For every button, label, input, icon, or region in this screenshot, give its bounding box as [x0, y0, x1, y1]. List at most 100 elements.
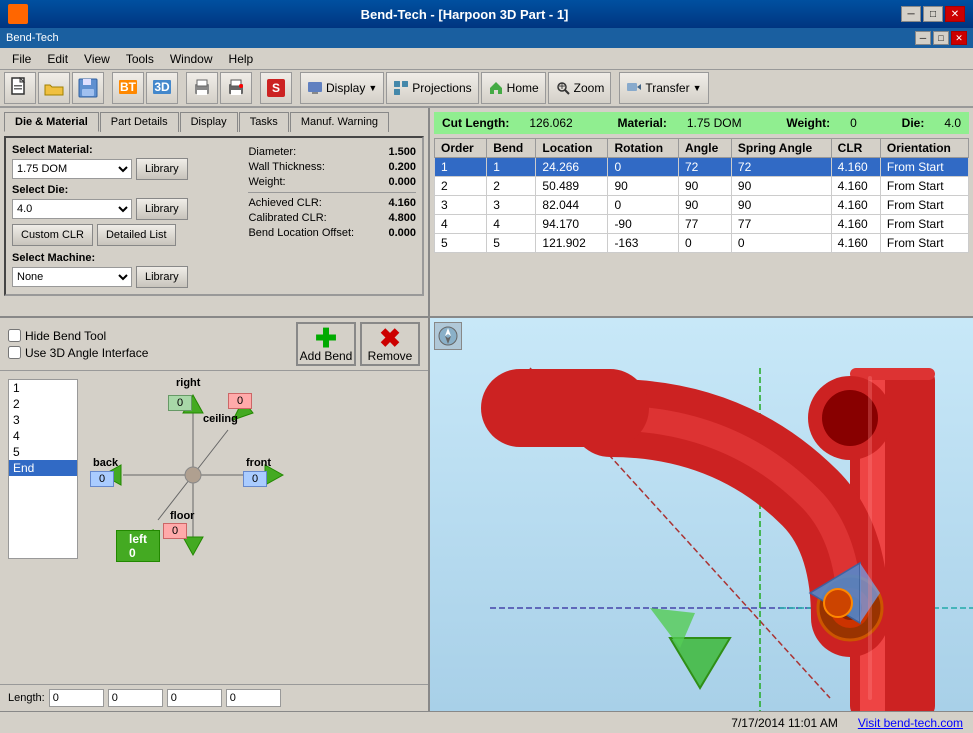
left-column: Select Material: 1.75 DOM Library Select… — [12, 144, 240, 288]
table-cell: 5 — [435, 234, 487, 253]
mdi-minimize[interactable]: ─ — [915, 31, 931, 45]
bend-item-1[interactable]: 1 — [9, 380, 77, 396]
tb-open-button[interactable] — [38, 72, 70, 104]
left-direction-value[interactable]: 0 — [129, 546, 147, 560]
machine-library-button[interactable]: Library — [136, 266, 188, 288]
ceiling-value-box[interactable]: 0 — [228, 393, 252, 409]
mdi-restore[interactable]: □ — [933, 31, 949, 45]
machine-select[interactable]: None — [12, 267, 132, 287]
bend-item-end[interactable]: End — [9, 460, 77, 476]
mdi-close[interactable]: ✕ — [951, 31, 967, 45]
projections-button[interactable]: Projections — [386, 72, 478, 104]
use-3d-angle-label: Use 3D Angle Interface — [25, 346, 148, 360]
home-button[interactable]: Home — [481, 72, 546, 104]
floor-label: floor — [170, 510, 194, 522]
tb-print-button[interactable] — [186, 72, 218, 104]
zoom-button[interactable]: + Zoom — [548, 72, 612, 104]
diameter-row: Diameter: 1.500 — [248, 146, 416, 158]
tb-img1-button[interactable]: BT — [112, 72, 144, 104]
bend-item-4[interactable]: 4 — [9, 428, 77, 444]
table-cell: 2 — [487, 177, 536, 196]
tb-printer2-button[interactable] — [220, 72, 252, 104]
col-location: Location — [536, 139, 608, 158]
visit-link[interactable]: Visit bend-tech.com — [858, 716, 963, 730]
zoom-label: Zoom — [574, 81, 605, 95]
display-button[interactable]: Display ▼ — [300, 72, 384, 104]
tab-part-details[interactable]: Part Details — [100, 112, 179, 132]
tb-red-button[interactable]: S — [260, 72, 292, 104]
bend-location-offset-label: Bend Location Offset: — [248, 227, 388, 239]
wall-thickness-row: Wall Thickness: 0.200 — [248, 161, 416, 173]
bend-item-3[interactable]: 3 — [9, 412, 77, 428]
table-cell: 24.266 — [536, 158, 608, 177]
bend-item-5[interactable]: 5 — [9, 444, 77, 460]
tab-display[interactable]: Display — [180, 112, 238, 132]
status-bar: 7/17/2014 11:01 AM Visit bend-tech.com — [0, 711, 973, 733]
die-info-label: Die: — [902, 116, 925, 130]
die-library-button[interactable]: Library — [136, 198, 188, 220]
menu-tools[interactable]: Tools — [118, 50, 162, 68]
tab-manuf-warning[interactable]: Manuf. Warning — [290, 112, 389, 132]
achieved-clr-row: Achieved CLR: 4.160 — [248, 197, 416, 209]
menu-file[interactable]: File — [4, 50, 39, 68]
col-rotation: Rotation — [608, 139, 679, 158]
material-select[interactable]: 1.75 DOM — [12, 159, 132, 179]
length-input-4[interactable] — [226, 689, 281, 707]
transfer-button[interactable]: Transfer ▼ — [619, 72, 708, 104]
tab-die-material[interactable]: Die & Material — [4, 112, 99, 132]
3d-viewport[interactable] — [430, 318, 973, 711]
table-cell: 4 — [435, 215, 487, 234]
left-bottom-panel: Hide Bend Tool Use 3D Angle Interface ✚ … — [0, 318, 430, 711]
table-cell: 72 — [678, 158, 731, 177]
minimize-button[interactable]: ─ — [901, 6, 921, 22]
viewport-compass-button[interactable] — [434, 322, 462, 350]
table-row[interactable]: 4494.170-9077774.160From Start — [435, 215, 969, 234]
floor-value-box[interactable]: 0 — [163, 523, 187, 539]
close-button[interactable]: ✕ — [945, 6, 965, 22]
length-input-3[interactable] — [167, 689, 222, 707]
tb-img2-button[interactable]: 3D — [146, 72, 178, 104]
use-3d-angle-checkbox[interactable] — [8, 346, 21, 359]
right-value-box[interactable]: 0 — [168, 395, 192, 411]
menu-window[interactable]: Window — [162, 50, 221, 68]
detailed-list-button[interactable]: Detailed List — [97, 224, 176, 246]
wall-thickness-label: Wall Thickness: — [248, 161, 388, 173]
length-input-2[interactable] — [108, 689, 163, 707]
custom-clr-button[interactable]: Custom CLR — [12, 224, 93, 246]
divider — [248, 192, 416, 193]
col-order: Order — [435, 139, 487, 158]
bend-list-items[interactable]: 1 2 3 4 5 End — [8, 379, 78, 559]
back-value-box[interactable]: 0 — [90, 471, 114, 487]
hide-bend-tool-checkbox[interactable] — [8, 329, 21, 342]
die-select[interactable]: 4.0 — [12, 199, 132, 219]
table-cell: 121.902 — [536, 234, 608, 253]
front-value-box[interactable]: 0 — [243, 471, 267, 487]
table-row[interactable]: 2250.4899090904.160From Start — [435, 177, 969, 196]
table-row[interactable]: 1124.266072724.160From Start — [435, 158, 969, 177]
tab-tasks[interactable]: Tasks — [239, 112, 289, 132]
restore-button[interactable]: □ — [923, 6, 943, 22]
material-library-button[interactable]: Library — [136, 158, 188, 180]
remove-label: Remove — [368, 349, 413, 363]
tb-new-button[interactable] — [4, 72, 36, 104]
menu-edit[interactable]: Edit — [39, 50, 76, 68]
table-cell: 5 — [487, 234, 536, 253]
diameter-label: Diameter: — [248, 146, 388, 158]
table-row[interactable]: 3382.044090904.160From Start — [435, 196, 969, 215]
die-material-columns: Select Material: 1.75 DOM Library Select… — [12, 144, 416, 288]
menu-help[interactable]: Help — [221, 50, 262, 68]
menu-view[interactable]: View — [76, 50, 118, 68]
mdi-controls: ─ □ ✕ — [915, 31, 967, 45]
tab-bar: Die & Material Part Details Display Task… — [4, 112, 424, 132]
tb-save-button[interactable] — [72, 72, 104, 104]
remove-button[interactable]: ✖ Remove — [360, 322, 420, 366]
length-input-1[interactable] — [49, 689, 104, 707]
table-cell: 0 — [678, 234, 731, 253]
bend-item-2[interactable]: 2 — [9, 396, 77, 412]
table-row[interactable]: 55121.902-163004.160From Start — [435, 234, 969, 253]
add-bend-button[interactable]: ✚ Add Bend — [296, 322, 356, 366]
transfer-label: Transfer — [645, 81, 689, 95]
left-label-box: left 0 — [116, 530, 160, 562]
menu-bar: File Edit View Tools Window Help — [0, 48, 973, 70]
die-material-panel: Die & Material Part Details Display Task… — [0, 108, 430, 316]
